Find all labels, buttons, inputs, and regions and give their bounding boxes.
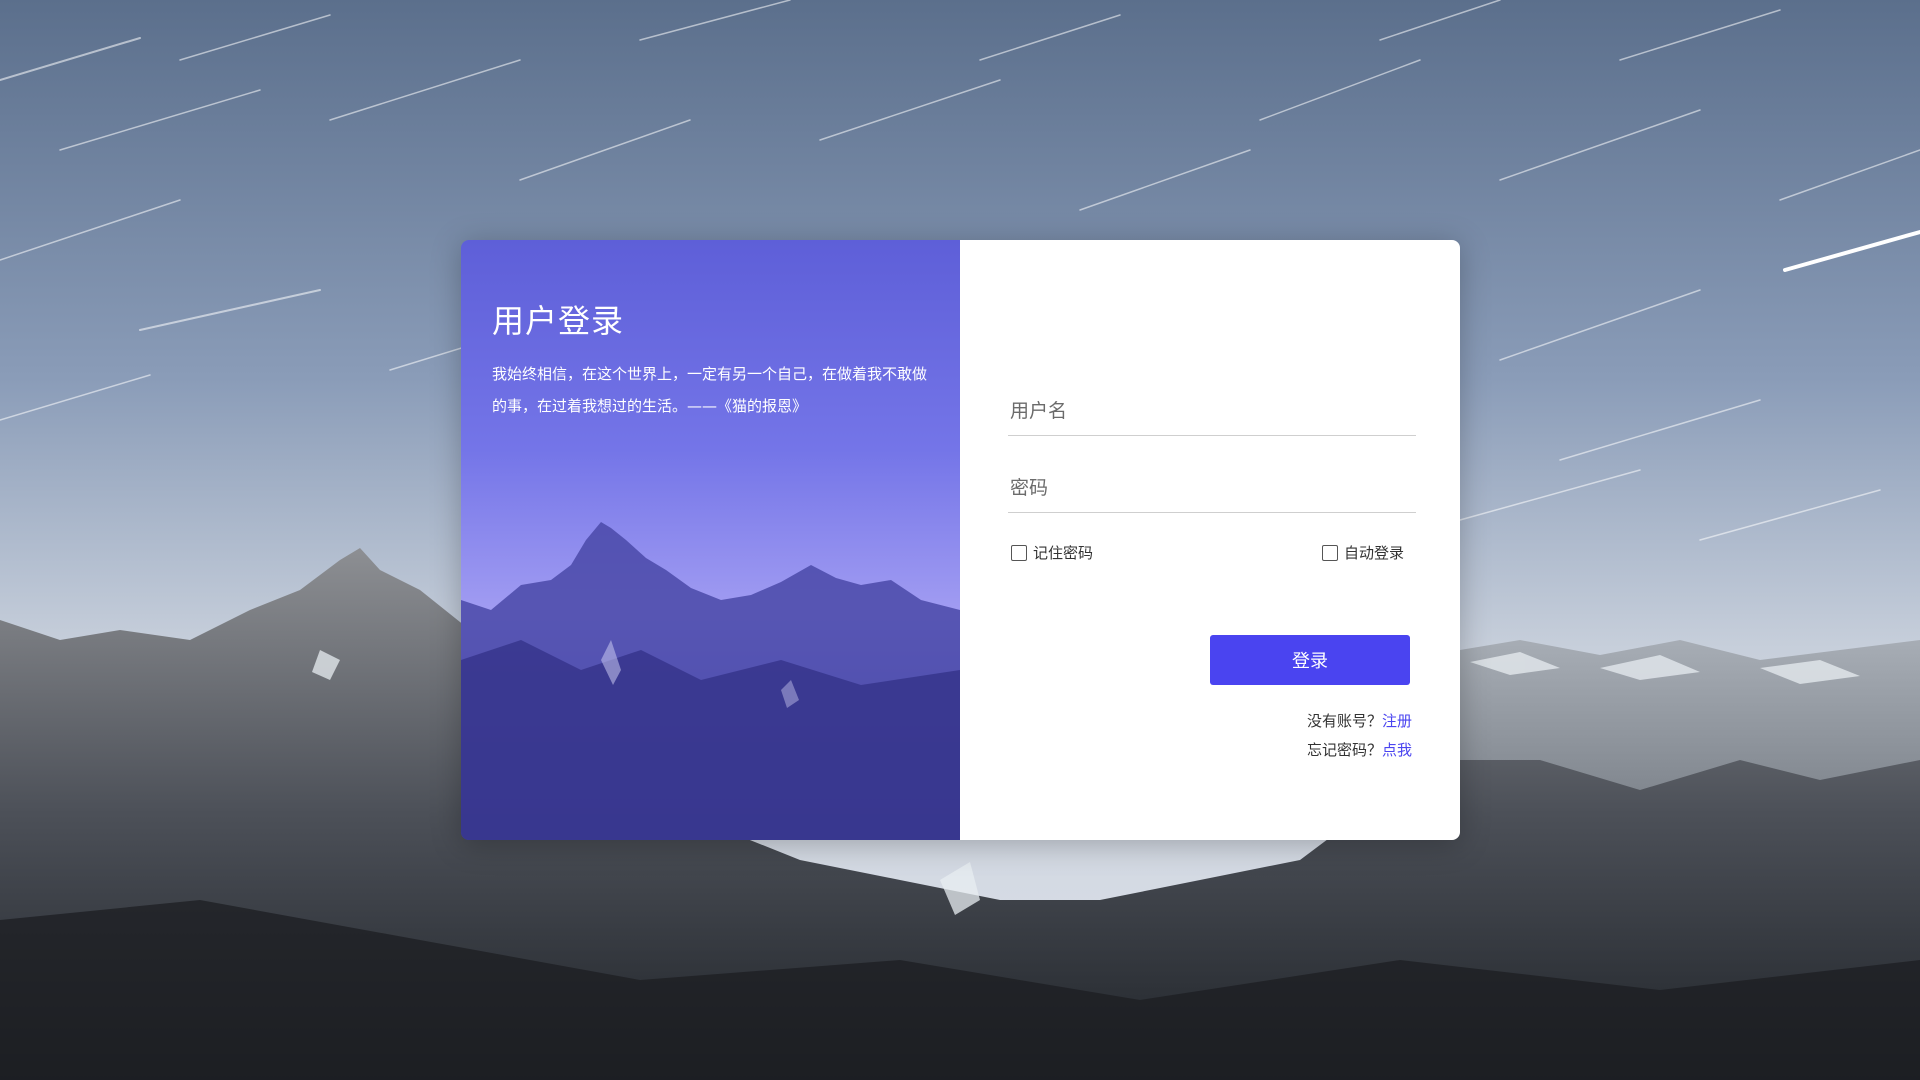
panel-title: 用户登录 — [492, 302, 625, 340]
register-prompt: 没有账号？ — [1306, 712, 1382, 730]
login-button[interactable]: 登录 — [1210, 635, 1410, 685]
remember-password-label: 记住密码 — [1033, 544, 1094, 562]
auto-login-checkbox[interactable]: 自动登录 — [1322, 542, 1404, 563]
panel-quote: 我始终相信，在这个世界上，一定有另一个自己，在做着我不敢做的事，在过着我想过的生… — [492, 365, 928, 415]
intro-panel: 用户登录 我始终相信，在这个世界上，一定有另一个自己，在做着我不敢做的事，在过着… — [461, 240, 960, 840]
empty-checkbox-icon[interactable] — [1322, 544, 1338, 561]
login-card: 用户登录 我始终相信，在这个世界上，一定有另一个自己，在做着我不敢做的事，在过着… — [461, 240, 1460, 840]
forgot-line: 忘记密码？点我 — [1307, 739, 1412, 760]
login-form: 记住密码 自动登录 登录 没有账号？注册 忘记密码？点我 — [960, 240, 1460, 840]
register-link[interactable]: 注册 — [1382, 712, 1412, 730]
forgot-password-link[interactable]: 点我 — [1382, 741, 1412, 759]
forgot-prompt: 忘记密码？ — [1306, 741, 1382, 759]
username-input[interactable] — [1008, 387, 1416, 436]
password-input[interactable] — [1008, 464, 1416, 513]
empty-checkbox-icon[interactable] — [1011, 544, 1027, 561]
auto-login-label: 自动登录 — [1344, 544, 1405, 562]
register-line: 没有账号？注册 — [1307, 710, 1412, 731]
remember-password-checkbox[interactable]: 记住密码 — [1011, 542, 1093, 563]
